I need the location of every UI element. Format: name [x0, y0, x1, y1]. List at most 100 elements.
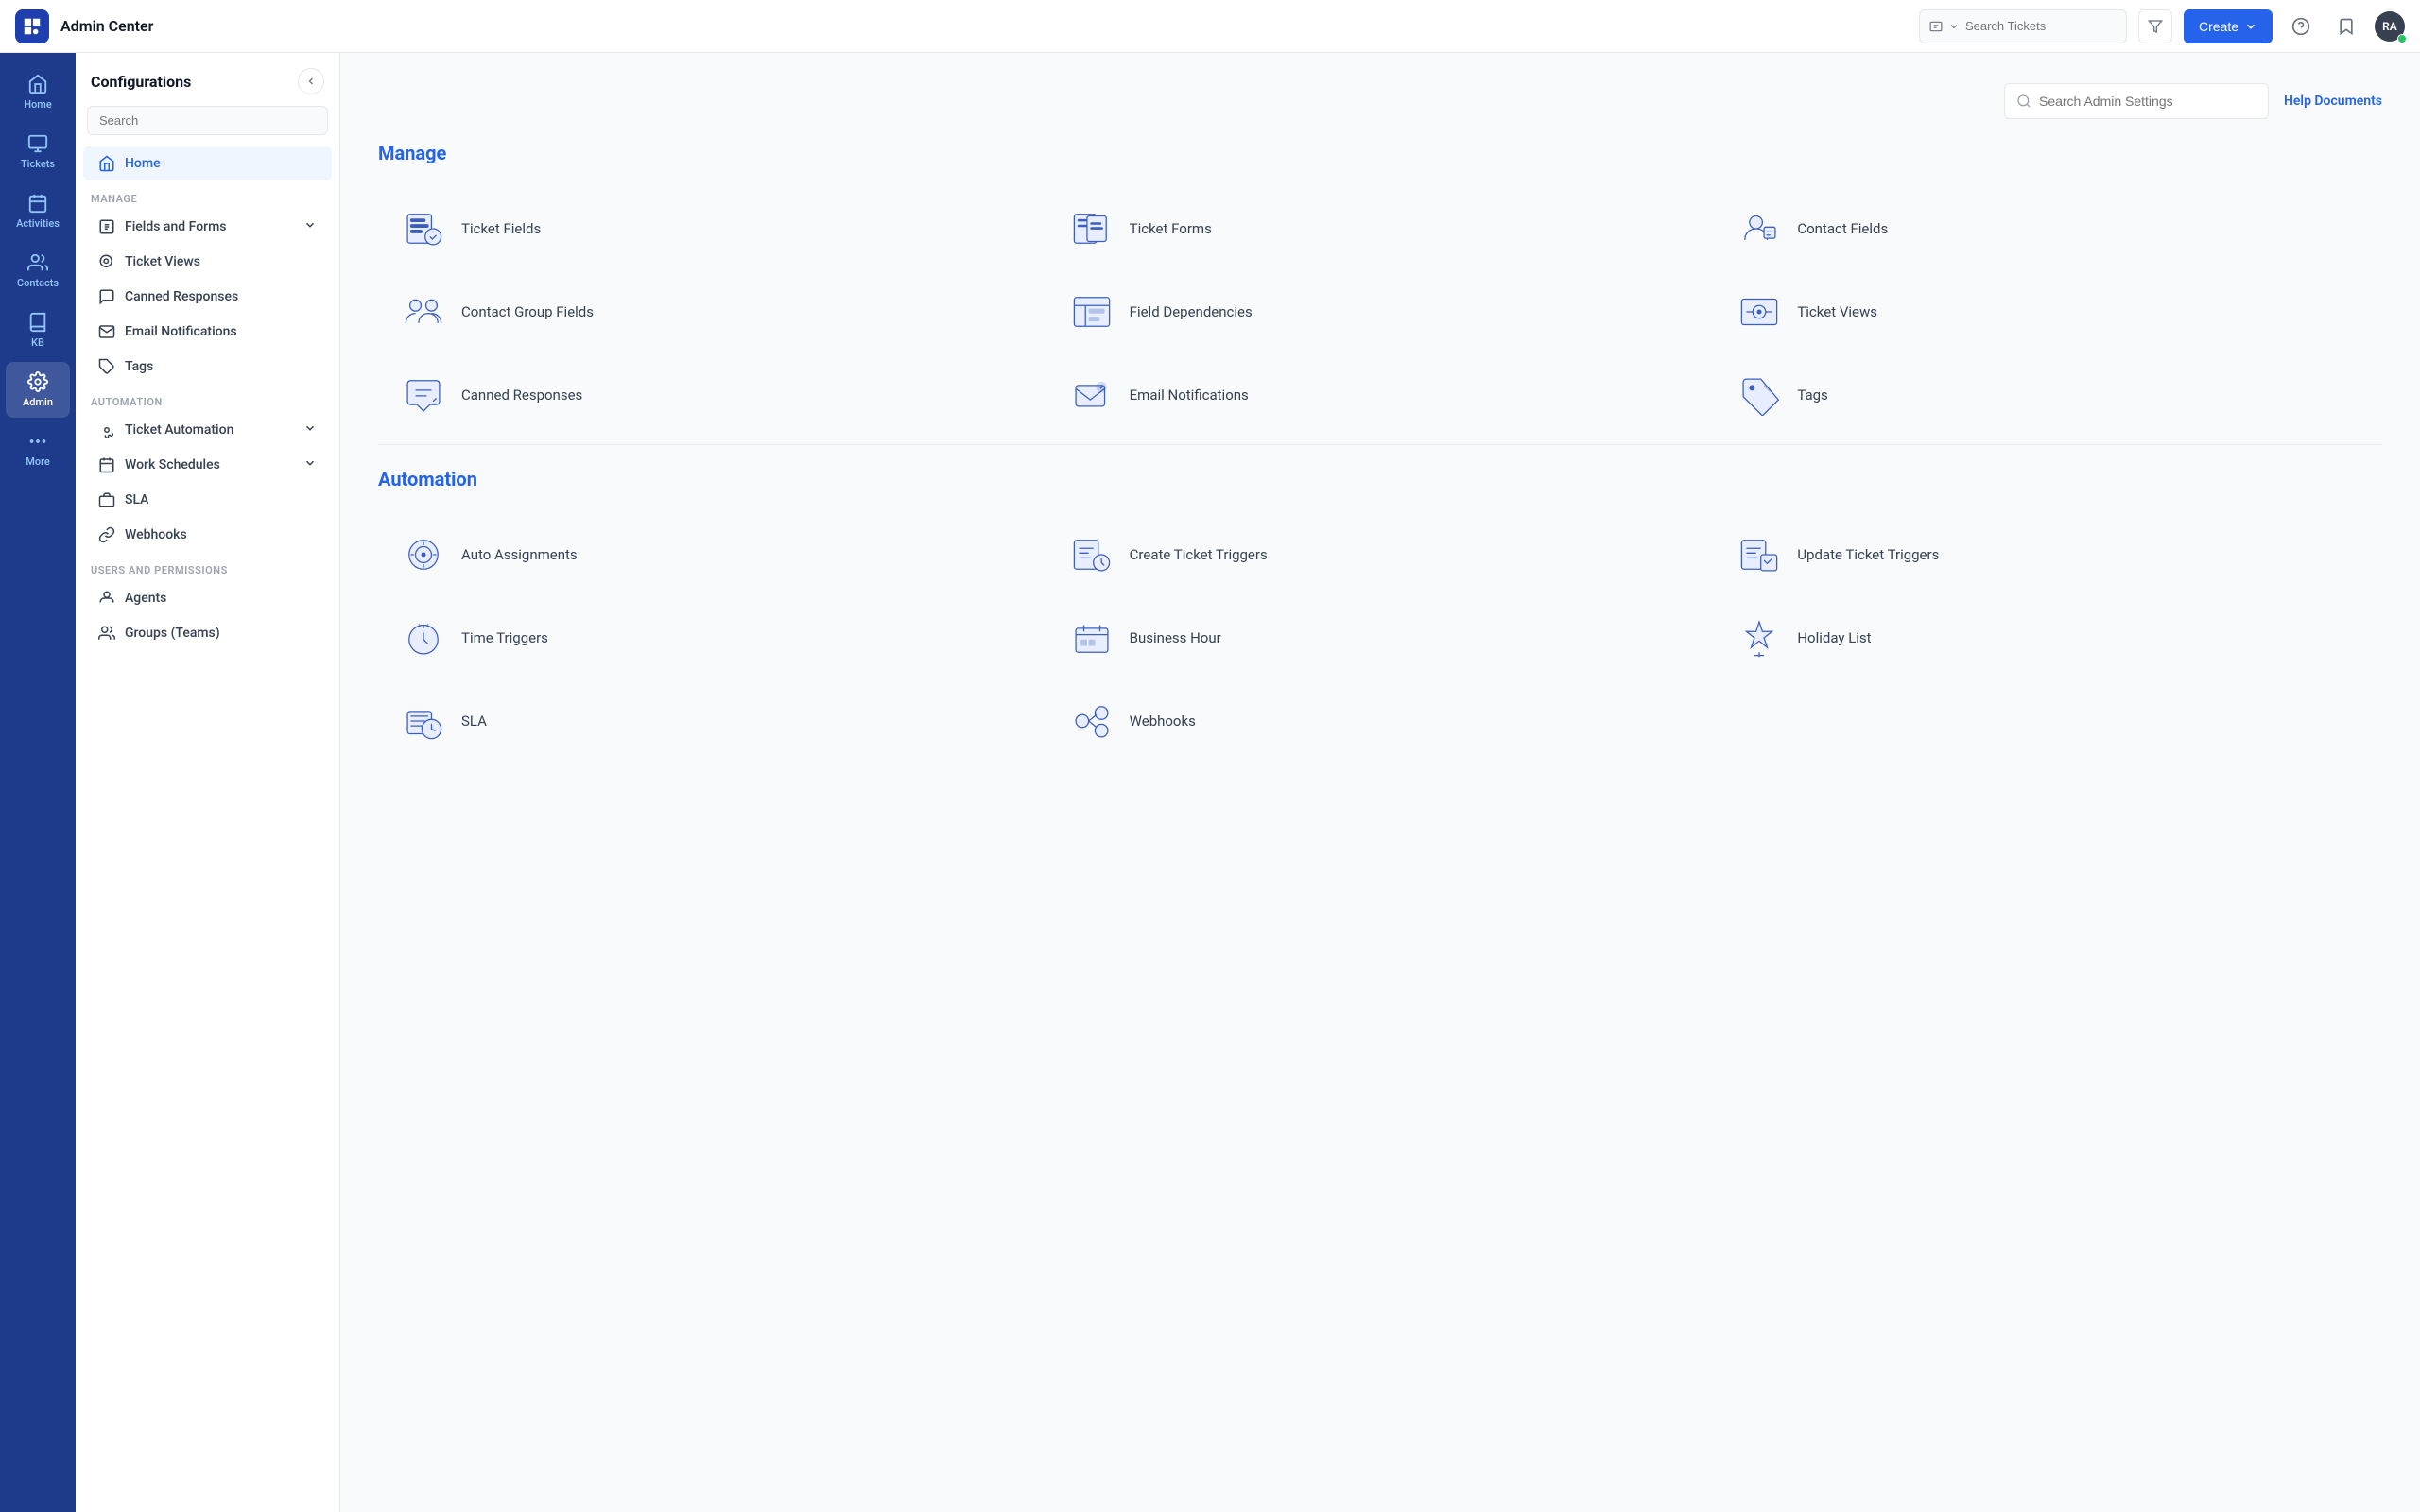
manage-section-title: Manage — [378, 142, 2382, 164]
sidebar-nav-fields-forms[interactable]: Fields and Forms — [83, 210, 332, 244]
home-icon — [27, 74, 48, 94]
sidebar-nav-email-notifications[interactable]: Email Notifications — [83, 315, 332, 349]
sidebar-nav-sla[interactable]: SLA — [83, 483, 332, 517]
sidebar-nav-webhooks[interactable]: Webhooks — [83, 518, 332, 552]
left-nav: Home Tickets Activities Contacts KB Admi… — [0, 53, 76, 1512]
create-ticket-triggers-icon — [1069, 532, 1115, 577]
home-nav-icon — [98, 155, 115, 172]
fields-forms-icon — [98, 218, 115, 235]
card-time-triggers[interactable]: Time Triggers — [378, 596, 1046, 679]
create-button[interactable]: Create — [2184, 9, 2273, 43]
card-tags[interactable]: Tags — [1714, 353, 2382, 437]
search-tickets-icon — [1929, 20, 1943, 33]
sidebar-nav-agents[interactable]: Agents — [83, 581, 332, 615]
topbar-title: Admin Center — [60, 17, 153, 35]
chevron-down-icon — [303, 421, 317, 435]
admin-search-input[interactable] — [2039, 94, 2256, 109]
sidebar-item-activities[interactable]: Activities — [6, 183, 70, 239]
sidebar-search — [87, 106, 328, 135]
sidebar-nav-groups-teams[interactable]: Groups (Teams) — [83, 616, 332, 650]
avatar-status-badge — [2397, 34, 2407, 43]
card-canned-responses[interactable]: Canned Responses — [378, 353, 1046, 437]
sidebar-item-admin[interactable]: Admin — [6, 362, 70, 418]
search-tickets-input[interactable] — [1965, 19, 2117, 33]
card-field-dependencies[interactable]: Field Dependencies — [1046, 270, 1715, 353]
main-top-bar: Help Documents — [378, 83, 2382, 119]
email-notifications-icon — [1069, 372, 1115, 418]
help-documents-link[interactable]: Help Documents — [2284, 94, 2382, 109]
avatar[interactable]: RA — [2375, 11, 2405, 42]
contacts-icon — [27, 252, 48, 273]
manage-cards-grid: Ticket Fields Ticket Forms — [378, 187, 2382, 437]
ticket-automation-icon — [98, 421, 115, 438]
card-auto-assignments[interactable]: Auto Assignments — [378, 513, 1046, 596]
search-tickets-bar — [1919, 9, 2127, 43]
sidebar-nav-work-schedules[interactable]: Work Schedules — [83, 448, 332, 482]
bookmark-button[interactable] — [2329, 9, 2363, 43]
main-content: Help Documents Manage Ticket Fields — [340, 53, 2420, 1512]
card-sla[interactable]: SLA — [378, 679, 1046, 763]
automation-cards-grid: Auto Assignments Create Ticket Triggers — [378, 513, 2382, 763]
bookmark-icon — [2337, 17, 2356, 36]
card-contact-group-fields[interactable]: Contact Group Fields — [378, 270, 1046, 353]
sidebar-nav-home[interactable]: Home — [83, 146, 332, 180]
topbar: Admin Center Create RA — [0, 0, 2420, 53]
webhooks-icon — [98, 526, 115, 543]
card-ticket-views[interactable]: Ticket Views — [1714, 270, 2382, 353]
contact-fields-icon — [1737, 206, 1782, 251]
app-logo — [15, 9, 49, 43]
sidebar-header: Configurations — [76, 53, 339, 106]
activities-icon — [27, 193, 48, 214]
contact-group-fields-icon — [401, 289, 446, 335]
automation-section-label: AUTOMATION — [76, 385, 339, 412]
card-holiday-list[interactable]: Holiday List — [1714, 596, 2382, 679]
work-schedules-icon — [98, 456, 115, 473]
section-divider — [378, 444, 2382, 445]
dropdown-icon — [1948, 21, 1960, 32]
email-notifications-icon — [98, 323, 115, 340]
sidebar-collapse-button[interactable] — [298, 68, 324, 94]
sidebar-item-kb[interactable]: KB — [6, 302, 70, 358]
users-permissions-section-label: USERS AND PERMISSIONS — [76, 553, 339, 580]
sidebar-search-input[interactable] — [87, 106, 328, 135]
tickets-icon — [27, 133, 48, 154]
kb-icon — [27, 312, 48, 333]
auto-assignments-icon — [401, 532, 446, 577]
ticket-views-icon — [98, 253, 115, 270]
chevron-down-icon — [303, 456, 317, 470]
webhooks-icon — [1069, 698, 1115, 744]
card-ticket-forms[interactable]: Ticket Forms — [1046, 187, 1715, 270]
filter-icon — [2148, 19, 2163, 34]
admin-search-icon — [2016, 94, 2031, 109]
ticket-forms-icon — [1069, 206, 1115, 251]
sidebar-nav-ticket-views[interactable]: Ticket Views — [83, 245, 332, 279]
sidebar-item-home[interactable]: Home — [6, 64, 70, 120]
sidebar-nav-canned-responses[interactable]: Canned Responses — [83, 280, 332, 314]
manage-section-label: MANAGE — [76, 181, 339, 209]
card-update-ticket-triggers[interactable]: Update Ticket Triggers — [1714, 513, 2382, 596]
sidebar-item-contacts[interactable]: Contacts — [6, 243, 70, 299]
help-button[interactable] — [2284, 9, 2318, 43]
sidebar-title: Configurations — [91, 73, 191, 91]
card-create-ticket-triggers[interactable]: Create Ticket Triggers — [1046, 513, 1715, 596]
sidebar: Configurations Home MANAGE Fields and Fo… — [76, 53, 340, 1512]
help-icon — [2291, 17, 2310, 36]
card-email-notifications[interactable]: Email Notifications — [1046, 353, 1715, 437]
filter-button[interactable] — [2138, 9, 2172, 43]
card-ticket-fields[interactable]: Ticket Fields — [378, 187, 1046, 270]
groups-teams-icon — [98, 625, 115, 642]
sidebar-nav-ticket-automation[interactable]: Ticket Automation — [83, 413, 332, 447]
ticket-fields-icon — [401, 206, 446, 251]
card-webhooks[interactable]: Webhooks — [1046, 679, 1715, 763]
admin-search-bar — [2004, 83, 2269, 119]
sla-icon — [401, 698, 446, 744]
sla-icon — [98, 491, 115, 508]
canned-responses-icon — [401, 372, 446, 418]
field-dependencies-icon — [1069, 289, 1115, 335]
sidebar-item-tickets[interactable]: Tickets — [6, 124, 70, 180]
card-contact-fields[interactable]: Contact Fields — [1714, 187, 2382, 270]
card-business-hour[interactable]: Business Hour — [1046, 596, 1715, 679]
tags-icon — [1737, 372, 1782, 418]
sidebar-item-more[interactable]: More — [6, 421, 70, 477]
sidebar-nav-tags[interactable]: Tags — [83, 350, 332, 384]
